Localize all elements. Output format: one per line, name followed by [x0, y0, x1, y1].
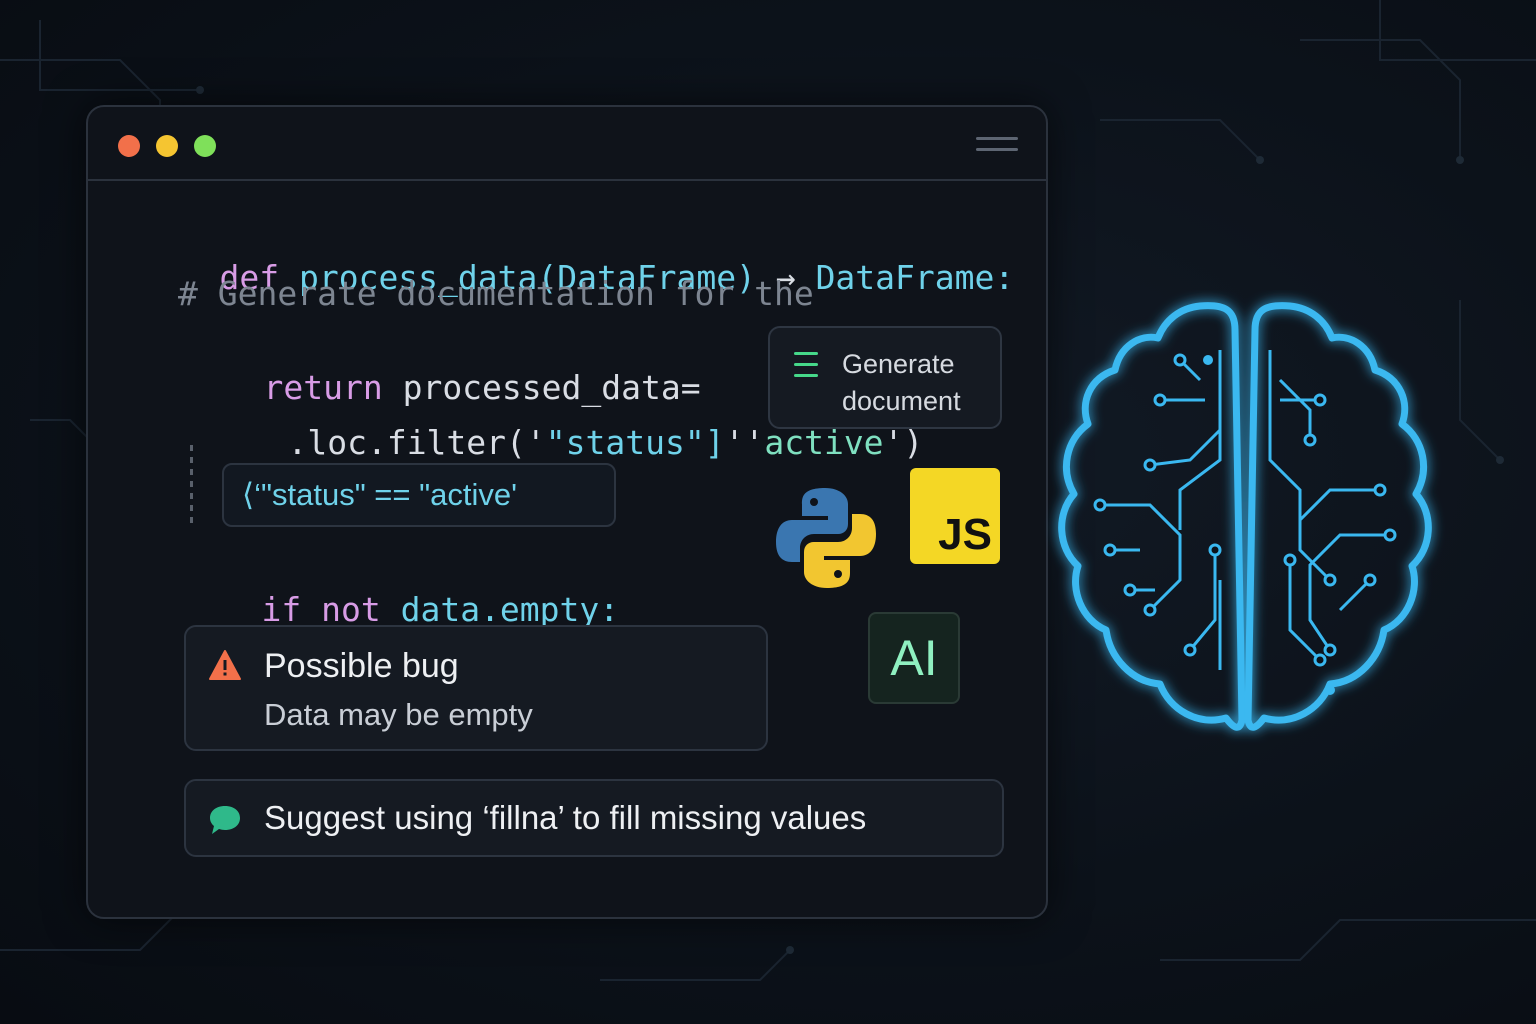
minimize-window-button[interactable]	[156, 135, 178, 157]
ai-label: AI	[890, 630, 938, 686]
generate-document-button[interactable]: Generate document	[768, 326, 1002, 429]
maximize-window-button[interactable]	[194, 135, 216, 157]
document-icon	[794, 352, 818, 382]
bug-warning-card[interactable]: Possible bug Data may be empty	[184, 625, 768, 751]
close-window-button[interactable]	[118, 135, 140, 157]
suggestion-card[interactable]: Suggest using ‘fillna’ to fill missing v…	[184, 779, 1004, 857]
quote-pair: ''	[724, 423, 765, 462]
bug-card-title: Possible bug	[264, 647, 459, 685]
condition-expression: data.empty:	[400, 590, 620, 629]
brain-icon	[1058, 302, 1432, 731]
inline-suggestion[interactable]: ⟨‘"status" == "active'	[222, 463, 616, 527]
menu-icon[interactable]	[976, 137, 1018, 155]
js-label: JS	[938, 510, 992, 559]
suggestion-text: Suggest using ‘fillna’ to fill missing v…	[264, 799, 867, 836]
warning-icon	[209, 650, 241, 680]
keyword-not: not	[321, 590, 381, 629]
bug-card-description: Data may be empty	[264, 697, 533, 732]
keyword-if: if	[261, 590, 302, 629]
ai-badge: AI	[868, 612, 960, 704]
python-logo	[776, 488, 876, 588]
generate-document-label: Generate document	[842, 349, 961, 416]
editor-titlebar	[88, 107, 1046, 181]
code-editor-window: def process_data(DataFrame) → DataFrame:…	[86, 105, 1048, 919]
method-call: .loc.filter(	[287, 423, 526, 462]
return-type: DataFrame:	[815, 258, 1015, 297]
indent-guide	[190, 445, 193, 525]
javascript-logo: JS	[910, 468, 1000, 564]
string-status: "status"]	[545, 423, 725, 462]
chat-bubble-icon	[210, 806, 240, 834]
quote: '	[525, 423, 546, 462]
code-line-2-comment: # Generate documentation for the	[178, 274, 814, 313]
